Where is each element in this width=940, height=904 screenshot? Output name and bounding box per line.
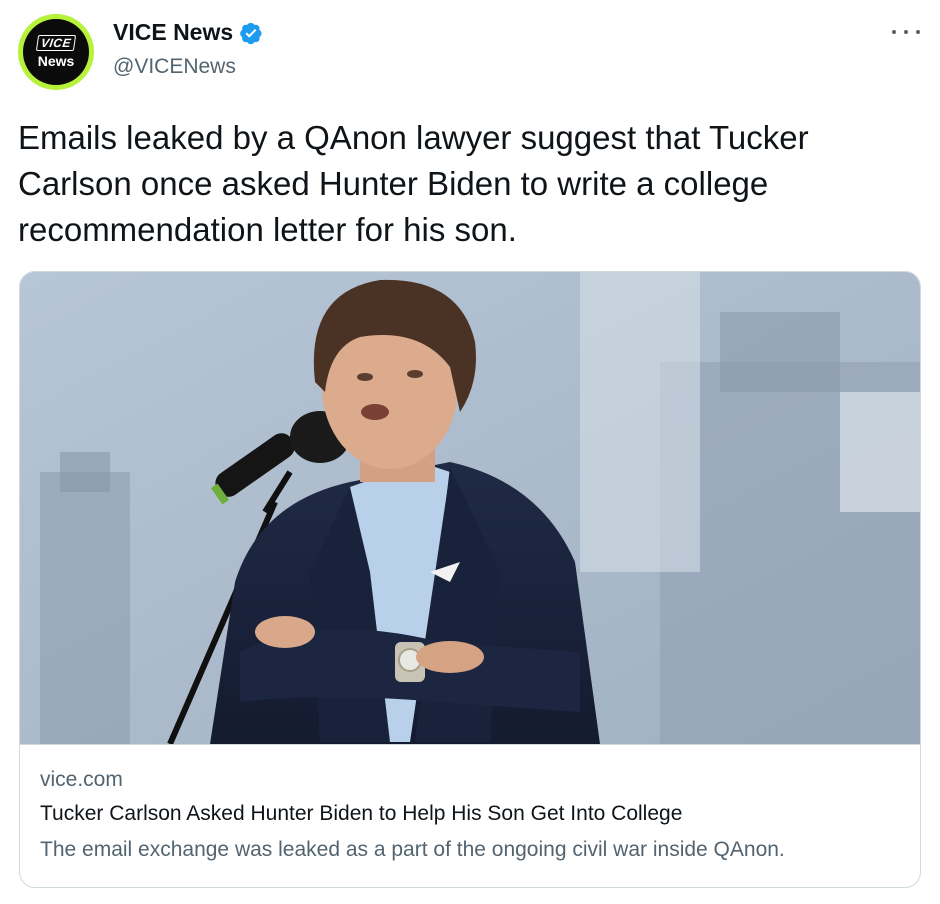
card-title[interactable]: Tucker Carlson Asked Hunter Biden to Hel… xyxy=(40,800,900,828)
more-dot xyxy=(916,30,920,34)
card-description: The email exchange was leaked as a part … xyxy=(40,838,785,861)
card-photo xyxy=(20,272,920,744)
avatar[interactable]: VICE News xyxy=(18,14,94,90)
card-meta[interactable]: vice.com Tucker Carlson Asked Hunter Bid… xyxy=(40,766,900,864)
link-card[interactable]: vice.com Tucker Carlson Asked Hunter Bid… xyxy=(19,271,921,888)
more-options-icon[interactable] xyxy=(892,24,920,40)
avatar-logo-text: VICE xyxy=(35,35,77,51)
display-name[interactable]: VICE News xyxy=(113,19,233,46)
account-name-row[interactable]: VICE News xyxy=(113,19,263,46)
vice-news-logo: VICE News xyxy=(23,19,89,85)
card-image[interactable] xyxy=(20,272,920,745)
avatar-sub-text: News xyxy=(37,53,75,69)
more-dot xyxy=(892,30,896,34)
tweet-text: Emails leaked by a QAnon lawyer suggest … xyxy=(18,119,809,248)
verified-badge-icon xyxy=(240,22,262,44)
account-handle[interactable]: @VICENews xyxy=(113,55,236,79)
more-dot xyxy=(904,30,908,34)
card-domain: vice.com xyxy=(40,768,123,791)
